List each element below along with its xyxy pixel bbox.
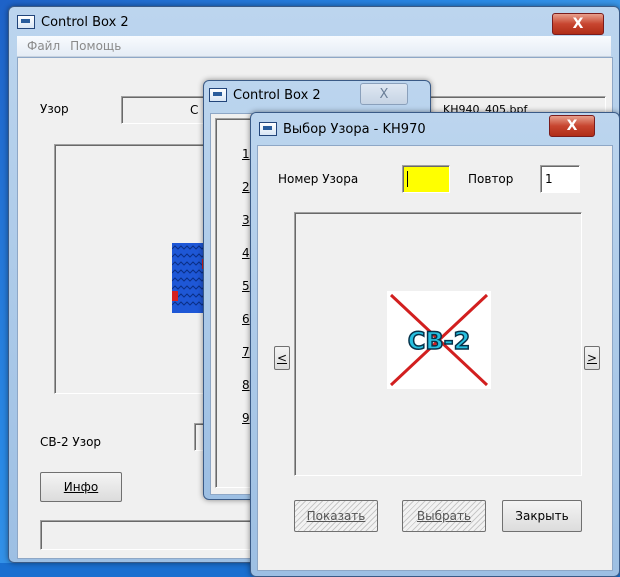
list-item-8[interactable]: 8 (242, 378, 250, 392)
menu-file[interactable]: Файл (27, 39, 60, 53)
pattern-label: Узор (40, 102, 69, 116)
info-button[interactable]: Инфо (40, 472, 122, 502)
middle-window-title: Control Box 2 (233, 87, 321, 103)
menu-help[interactable]: Помощь (70, 39, 121, 53)
select-button-label: Выбрать (416, 509, 472, 523)
next-pattern-button[interactable]: > (584, 346, 600, 370)
repeat-value: 1 (545, 172, 553, 186)
main-window-title: Control Box 2 (41, 14, 129, 30)
middle-close-button[interactable]: X (360, 83, 408, 105)
select-button[interactable]: Выбрать (402, 500, 486, 532)
middle-app-icon (209, 88, 227, 102)
main-titlebar: Control Box 2 (9, 7, 619, 37)
main-close-button[interactable]: X (552, 13, 604, 35)
pattern-number-input[interactable] (402, 165, 450, 193)
list-item-5[interactable]: 5 (242, 279, 250, 293)
cb2-pattern-label: CB-2 Узор (40, 435, 102, 449)
pattern-preview-area: CB-2 (294, 212, 582, 476)
dialog-close-icon-button[interactable]: X (549, 115, 595, 137)
list-item-9[interactable]: 9 (242, 411, 250, 425)
list-item-4[interactable]: 4 (242, 246, 250, 260)
menu-bar: Файл Помощь (17, 36, 611, 57)
close-button[interactable]: Закрыть (502, 500, 582, 532)
show-button-label: Показать (306, 509, 366, 523)
list-item-6[interactable]: 6 (242, 312, 250, 326)
close-button-label: Закрыть (515, 509, 569, 523)
pattern-field-value: С (190, 103, 199, 117)
pattern-select-dialog: Выбор Узора - KH970 X Номер Узора Повтор… (250, 112, 620, 577)
repeat-label: Повтор (468, 172, 514, 186)
info-button-label: Инфо (63, 480, 99, 494)
list-item-2[interactable]: 2 (242, 180, 250, 194)
cb2-logo-image: CB-2 (387, 291, 491, 389)
show-button[interactable]: Показать (294, 500, 378, 532)
list-item-1[interactable]: 1 (242, 147, 250, 161)
text-cursor (407, 171, 408, 187)
dialog-client-area: Номер Узора Повтор 1 CB-2 < > Показать В… (257, 145, 613, 571)
cb2-logo-text: CB-2 (408, 327, 471, 355)
dialog-app-icon (259, 122, 277, 136)
list-item-3[interactable]: 3 (242, 213, 250, 227)
dialog-title: Выбор Узора - KH970 (283, 121, 426, 137)
app-icon (17, 15, 35, 29)
number-list: 1 2 3 4 5 6 7 8 9 (215, 118, 251, 488)
repeat-input[interactable]: 1 (540, 165, 580, 193)
prev-pattern-label: < (276, 351, 288, 365)
list-item-7[interactable]: 7 (242, 345, 250, 359)
next-pattern-label: > (586, 351, 598, 365)
prev-pattern-button[interactable]: < (274, 346, 290, 370)
pattern-number-label: Номер Узора (278, 172, 359, 186)
